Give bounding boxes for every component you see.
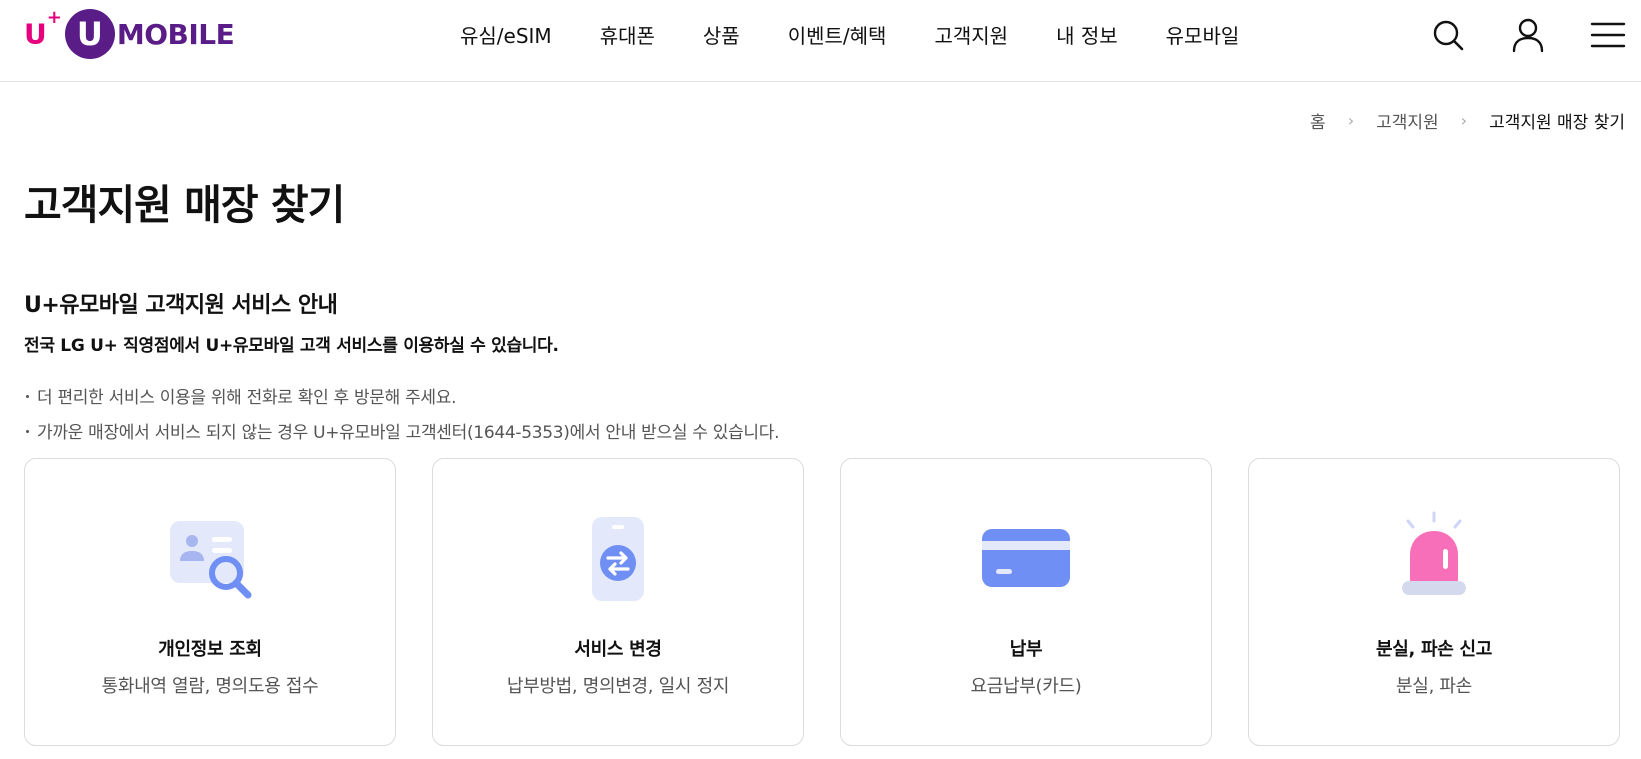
nav-my-info[interactable]: 내 정보 <box>1032 19 1142 53</box>
umobile-logo[interactable]: U+ U MOBILE <box>24 7 235 60</box>
section-title: U+유모바일 고객지원 서비스 안내 <box>24 293 338 318</box>
breadcrumb: 홈 › 고객지원 › 고객지원 매장 찾기 <box>1310 108 1625 133</box>
card-payment[interactable]: 납부 요금납부(카드) <box>840 458 1212 746</box>
nav-usim-esim[interactable]: 유심/eSIM <box>436 19 576 53</box>
siren-icon <box>1386 511 1482 607</box>
notice-item: 가까운 매장에서 서비스 되지 않는 경우 U+유모바일 고객센터(1644-5… <box>24 416 780 451</box>
card-title: 분실, 파손 신고 <box>1375 639 1493 660</box>
search-icon[interactable] <box>1429 16 1467 54</box>
nav-products[interactable]: 상품 <box>679 19 764 53</box>
card-description: 분실, 파손 <box>1396 676 1472 697</box>
card-description: 납부방법, 명의변경, 일시 정지 <box>506 676 730 697</box>
nav-events[interactable]: 이벤트/혜택 <box>764 19 911 53</box>
phone-exchange-icon <box>570 511 666 607</box>
nav-support[interactable]: 고객지원 <box>910 19 1032 53</box>
credit-card-icon <box>978 511 1074 607</box>
section-subtitle: 전국 LG U+ 직영점에서 U+유모바일 고객 서비스를 이용하실 수 있습니… <box>24 336 559 356</box>
menu-icon[interactable] <box>1589 16 1627 54</box>
card-personal-info[interactable]: 개인정보 조회 통화내역 열람, 명의도용 접수 <box>24 458 396 746</box>
page-title: 고객지원 매장 찾기 <box>24 181 345 229</box>
breadcrumb-support[interactable]: 고객지원 <box>1376 108 1439 133</box>
card-description: 요금납부(카드) <box>970 676 1082 697</box>
logo-mobile-text: MOBILE <box>116 17 235 51</box>
notice-list: 더 편리한 서비스 이용을 위해 전화로 확인 후 방문해 주세요. 가까운 매… <box>24 381 780 451</box>
site-header: U+ U MOBILE 유심/eSIM 휴대폰 상품 이벤트/혜택 고객지원 내… <box>0 0 1641 82</box>
service-cards: 개인정보 조회 통화내역 열람, 명의도용 접수 서비스 변경 납부방법, 명의… <box>24 458 1626 746</box>
card-service-change[interactable]: 서비스 변경 납부방법, 명의변경, 일시 정지 <box>432 458 804 746</box>
card-description: 통화내역 열람, 명의도용 접수 <box>101 676 319 697</box>
logo-u-text: U+ <box>24 7 62 51</box>
breadcrumb-home[interactable]: 홈 <box>1310 108 1326 133</box>
main-nav: 유심/eSIM 휴대폰 상품 이벤트/혜택 고객지원 내 정보 유모바일 <box>436 19 1263 53</box>
nav-phone[interactable]: 휴대폰 <box>576 19 679 53</box>
notice-item: 더 편리한 서비스 이용을 위해 전화로 확인 후 방문해 주세요. <box>24 381 779 416</box>
chevron-right-icon: › <box>1460 111 1468 130</box>
nav-umobile[interactable]: 유모바일 <box>1142 19 1264 53</box>
user-icon[interactable] <box>1509 16 1547 54</box>
id-card-search-icon <box>162 511 258 607</box>
chevron-right-icon: › <box>1347 111 1355 130</box>
card-title: 납부 <box>1009 639 1043 660</box>
card-title: 서비스 변경 <box>574 639 662 660</box>
logo-circle: U <box>64 9 115 59</box>
utility-menu <box>1429 16 1627 54</box>
breadcrumb-current: 고객지원 매장 찾기 <box>1489 113 1625 133</box>
card-loss-damage[interactable]: 분실, 파손 신고 분실, 파손 <box>1248 458 1620 746</box>
card-title: 개인정보 조회 <box>158 639 262 660</box>
